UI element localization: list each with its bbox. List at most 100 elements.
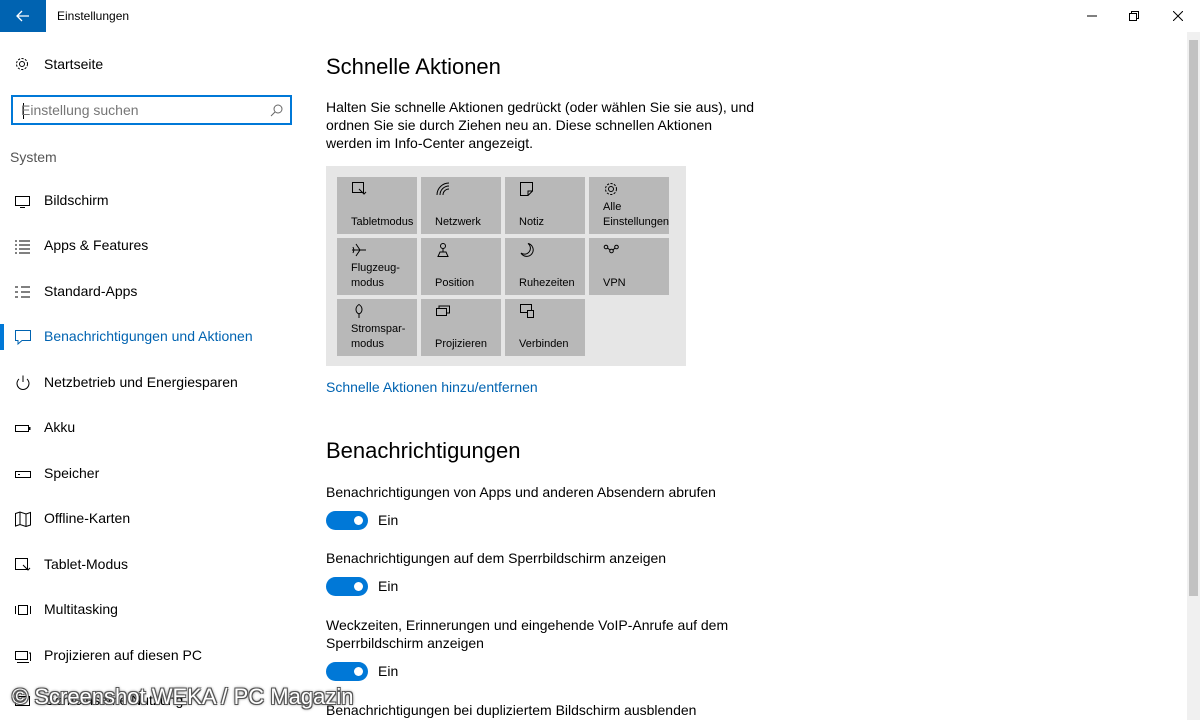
sidebar-item-label: Projizieren auf diesen PC bbox=[44, 647, 202, 663]
close-button[interactable] bbox=[1155, 0, 1200, 32]
tile-label: Netzwerk bbox=[435, 216, 481, 228]
tile-label: Projizieren bbox=[435, 338, 487, 350]
quick-action-tile[interactable]: Verbinden bbox=[505, 299, 585, 356]
project-icon bbox=[15, 651, 31, 663]
quick-action-tile[interactable]: Alle Einstellungen bbox=[589, 177, 669, 234]
default-apps-icon bbox=[15, 286, 30, 298]
location-icon bbox=[437, 243, 449, 257]
network-icon bbox=[436, 182, 450, 196]
vpn-icon bbox=[603, 244, 619, 254]
quick-action-tile[interactable]: Notiz bbox=[505, 177, 585, 234]
tile-label: VPN bbox=[603, 277, 626, 289]
scrollbar-thumb[interactable] bbox=[1189, 40, 1198, 596]
minimize-icon bbox=[1087, 15, 1097, 17]
sidebar-item-project[interactable]: Projizieren auf diesen PC bbox=[0, 636, 305, 676]
search-input[interactable] bbox=[21, 101, 256, 119]
setting-label: Benachrichtigungen von Apps und anderen … bbox=[326, 484, 716, 500]
search-box[interactable] bbox=[11, 95, 292, 125]
sidebar-item-multitasking[interactable]: Multitasking bbox=[0, 590, 305, 630]
sidebar-item-power[interactable]: Netzbetrieb und Energiesparen bbox=[0, 363, 305, 403]
section-label: System bbox=[10, 149, 57, 165]
gear-icon bbox=[605, 183, 617, 195]
sidebar-item-label: Apps & Features bbox=[44, 237, 149, 253]
sidebar-item-label: Offline-Karten bbox=[44, 510, 131, 526]
quick-action-tile[interactable]: Tabletmodus bbox=[337, 177, 417, 234]
airplane-icon bbox=[352, 243, 366, 257]
title-bar: Einstellungen bbox=[0, 0, 1200, 32]
quick-action-tile[interactable]: Projizieren bbox=[421, 299, 501, 356]
sidebar-item-label: Speicher bbox=[44, 465, 100, 481]
restore-button[interactable] bbox=[1111, 0, 1157, 32]
add-remove-quick-actions-link[interactable]: Schnelle Aktionen hinzu/entfernen bbox=[326, 379, 538, 395]
sidebar-item-tablet[interactable]: Tablet-Modus bbox=[0, 545, 305, 585]
toggle-switch-alarms[interactable] bbox=[326, 662, 368, 681]
sidebar-item-apps[interactable]: Apps & Features bbox=[0, 226, 305, 266]
power-icon bbox=[16, 375, 30, 390]
moon-icon bbox=[520, 243, 534, 257]
sidebar-item-label: Multitasking bbox=[44, 601, 118, 617]
sidebar-item-label: Bildschirm bbox=[44, 192, 109, 208]
quick-action-tile[interactable]: Ruhezeiten bbox=[505, 238, 585, 295]
home-link[interactable]: Startseite bbox=[14, 56, 103, 72]
quick-action-tile[interactable]: Stromspar-modus bbox=[337, 299, 417, 356]
close-icon bbox=[1173, 11, 1183, 21]
sidebar-item-standard-apps[interactable]: Standard-Apps bbox=[0, 272, 305, 312]
sidebar-item-label: Netzbetrieb und Energiesparen bbox=[44, 374, 238, 390]
sidebar-item-label: Tablet-Modus bbox=[44, 556, 129, 572]
toggle-switch-apps[interactable] bbox=[326, 511, 368, 530]
list-icon bbox=[15, 240, 30, 254]
toggle-state: Ein bbox=[378, 663, 399, 679]
quick-action-tile[interactable]: VPN bbox=[589, 238, 669, 295]
quick-actions-description: Halten Sie schnelle Aktionen gedrückt (o… bbox=[326, 99, 755, 151]
toggle-state: Ein bbox=[378, 512, 399, 528]
watermark: © Screenshot WEKA / PC Magazin bbox=[12, 684, 354, 709]
vertical-scrollbar[interactable] bbox=[1187, 32, 1200, 720]
tile-label: Notiz bbox=[519, 216, 545, 228]
sidebar-item-bildschirm[interactable]: Bildschirm bbox=[0, 181, 305, 221]
setting-label: Benachrichtigungen bei dupliziertem Bild… bbox=[326, 702, 697, 718]
toggle-knob bbox=[354, 582, 363, 591]
toggle-switch-lockscreen[interactable] bbox=[326, 577, 368, 596]
tile-label: Flugzeug-modus bbox=[351, 262, 400, 289]
arrow-left-icon bbox=[16, 10, 29, 22]
quick-action-tile[interactable]: Position bbox=[421, 238, 501, 295]
storage-icon bbox=[15, 471, 31, 478]
toggle-knob bbox=[354, 516, 363, 525]
quick-actions-panel: Tabletmodus Netzwerk Notiz Alle Einstell… bbox=[326, 166, 686, 366]
monitor-icon bbox=[15, 196, 30, 208]
tile-label: Position bbox=[435, 277, 475, 289]
quick-action-tile[interactable]: Flugzeug-modus bbox=[337, 238, 417, 295]
notification-icon bbox=[15, 330, 31, 345]
tile-label: Alle Einstellungen bbox=[603, 201, 670, 228]
search-icon[interactable] bbox=[270, 103, 284, 117]
setting-label: Weckzeiten, Erinnerungen und eingehende … bbox=[326, 617, 729, 651]
tablet-mode-icon bbox=[352, 182, 367, 195]
note-icon bbox=[520, 182, 533, 196]
notifications-heading: Benachrichtigungen bbox=[326, 438, 521, 463]
quick-actions-heading: Schnelle Aktionen bbox=[326, 54, 501, 79]
restore-icon bbox=[1129, 11, 1139, 21]
sidebar-item-storage[interactable]: Speicher bbox=[0, 454, 305, 494]
tablet-icon bbox=[15, 558, 31, 571]
sidebar-item-maps[interactable]: Offline-Karten bbox=[0, 499, 305, 539]
sidebar-item-label: Standard-Apps bbox=[44, 283, 138, 299]
tile-label: Tabletmodus bbox=[351, 216, 414, 228]
toggle-knob bbox=[354, 667, 363, 676]
project-icon bbox=[436, 305, 450, 316]
back-button[interactable] bbox=[0, 0, 46, 32]
battery-saver-icon bbox=[355, 303, 363, 318]
tile-label: Stromspar-modus bbox=[351, 323, 406, 350]
window-title: Einstellungen bbox=[57, 9, 130, 23]
home-label: Startseite bbox=[44, 56, 104, 72]
connect-icon bbox=[520, 304, 534, 318]
multitasking-icon bbox=[15, 605, 31, 615]
gear-icon bbox=[16, 58, 28, 70]
sidebar-item-battery[interactable]: Akku bbox=[0, 408, 305, 448]
quick-action-tile[interactable]: Netzwerk bbox=[421, 177, 501, 234]
setting-label: Benachrichtigungen auf dem Sperrbildschi… bbox=[326, 550, 667, 566]
minimize-button[interactable] bbox=[1069, 0, 1115, 32]
sidebar-item-notifications[interactable]: Benachrichtigungen und Aktionen bbox=[0, 317, 305, 357]
map-icon bbox=[15, 511, 31, 527]
sidebar: Startseite System Bildschirm Apps & Feat… bbox=[0, 32, 305, 720]
tile-label: Verbinden bbox=[519, 338, 569, 350]
